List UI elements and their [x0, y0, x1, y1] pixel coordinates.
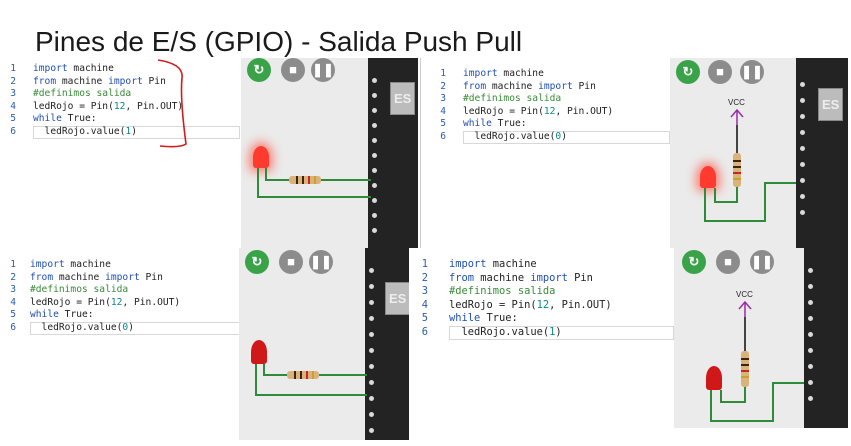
code-line: while True:	[33, 113, 97, 125]
line-number: 6	[421, 326, 428, 338]
code-editor-1[interactable]: 1 2 3 4 5 6 import machine from machine …	[0, 63, 240, 153]
line-number: 3	[10, 88, 16, 100]
restart-icon[interactable]: ↻	[676, 60, 700, 84]
stop-icon[interactable]: ■	[279, 250, 303, 274]
code-line: from machine import Pin	[463, 80, 596, 92]
line-number: 4	[10, 296, 16, 308]
code-line: #definimos salida	[30, 284, 129, 296]
line-number: 5	[440, 118, 446, 130]
line-number: 6	[10, 322, 16, 333]
led-on-icon	[253, 146, 269, 168]
line-number: 2	[10, 271, 16, 283]
led-off-icon	[251, 340, 267, 364]
stop-icon[interactable]: ■	[281, 58, 305, 82]
code-line: ledRojo = Pin(12, Pin.OUT)	[463, 105, 614, 117]
simulator-4: ↻ ■ ❚❚ VCC	[674, 248, 848, 428]
code-line: while True:	[30, 309, 94, 321]
line-number: 4	[10, 100, 16, 112]
code-editor-2[interactable]: 1 2 3 4 5 6 import machine from machine …	[430, 68, 670, 158]
slide-title: Pines de E/S (GPIO) - Salida Push Pull	[35, 26, 523, 57]
code-line: ledRojo.value(1)	[33, 126, 137, 137]
line-number: 5	[421, 312, 428, 325]
line-number: 5	[10, 113, 16, 125]
resistor-icon	[733, 153, 741, 187]
resistor-icon	[289, 176, 321, 184]
line-number: 2	[440, 80, 446, 92]
code-line: import machine	[449, 258, 537, 270]
vcc-arrow-icon	[730, 108, 744, 125]
esp32-chip-label: ES	[385, 282, 409, 315]
simulator-1: ↻ ■ ❚❚ ES	[241, 58, 418, 248]
line-number: 3	[10, 284, 16, 296]
pause-icon[interactable]: ❚❚	[750, 250, 774, 274]
esp32-board: ES	[368, 58, 418, 248]
code-line: from machine import Pin	[449, 271, 593, 284]
line-number: 1	[10, 63, 16, 74]
stop-icon[interactable]: ■	[716, 250, 740, 274]
simulator-2: ↻ ■ ❚❚ VCC ES	[670, 58, 848, 248]
code-line: import machine	[30, 259, 111, 270]
code-line: ledRojo = Pin(12, Pin.OUT)	[449, 298, 612, 311]
code-editor-4[interactable]: 1 2 3 4 5 6 import machine from machine …	[412, 258, 674, 348]
line-number: 3	[440, 93, 446, 105]
led-off-icon	[706, 366, 722, 390]
esp32-chip-label: ES	[818, 88, 844, 121]
line-number: 1	[10, 259, 16, 270]
line-number: 6	[10, 126, 16, 137]
line-number: 6	[440, 131, 446, 142]
line-number: 5	[10, 309, 16, 321]
line-number: 3	[421, 285, 428, 298]
code-line: #definimos salida	[449, 285, 556, 298]
resistor-icon	[287, 371, 319, 379]
code-line: #definimos salida	[463, 93, 562, 105]
code-editor-3[interactable]: 1 2 3 4 5 6 import machine from machine …	[0, 259, 240, 349]
resistor-icon	[741, 351, 749, 387]
line-number: 2	[421, 271, 428, 284]
code-line: from machine import Pin	[33, 75, 166, 87]
vcc-label: VCC	[736, 290, 753, 299]
led-on-icon	[700, 166, 716, 188]
esp32-chip-label: ES	[390, 82, 416, 115]
simulator-3: ↻ ■ ❚❚ ES	[239, 248, 409, 440]
line-number: 1	[421, 258, 428, 270]
code-line: ledRojo = Pin(12, Pin.OUT)	[30, 296, 181, 308]
restart-icon[interactable]: ↻	[682, 250, 706, 274]
code-line: ledRojo.value(0)	[30, 322, 134, 333]
line-number: 4	[440, 105, 446, 117]
code-line: while True:	[449, 312, 518, 325]
esp32-board	[804, 248, 848, 428]
line-number: 4	[421, 298, 428, 311]
line-number: 1	[440, 68, 446, 79]
pause-icon[interactable]: ❚❚	[309, 250, 333, 274]
code-line: import machine	[33, 63, 114, 74]
annotation-bracket	[157, 59, 187, 148]
vcc-arrow-icon	[738, 300, 752, 317]
code-line: #definimos salida	[33, 88, 132, 100]
restart-icon[interactable]: ↻	[245, 250, 269, 274]
code-line: import machine	[463, 68, 544, 79]
pause-icon[interactable]: ❚❚	[311, 58, 335, 82]
esp32-board: ES	[365, 248, 409, 440]
code-line: ledRojo.value(1)	[449, 326, 562, 338]
vcc-label: VCC	[728, 98, 745, 107]
slide: { "title": "Pines de E/S (GPIO) - Salida…	[0, 0, 851, 446]
stop-icon[interactable]: ■	[708, 60, 732, 84]
esp32-board: ES	[796, 58, 848, 248]
restart-icon[interactable]: ↻	[247, 58, 271, 82]
code-line: from machine import Pin	[30, 271, 163, 283]
code-line: ledRojo.value(0)	[463, 131, 567, 142]
line-number: 2	[10, 75, 16, 87]
code-line: while True:	[463, 118, 527, 130]
pause-icon[interactable]: ❚❚	[740, 60, 764, 84]
